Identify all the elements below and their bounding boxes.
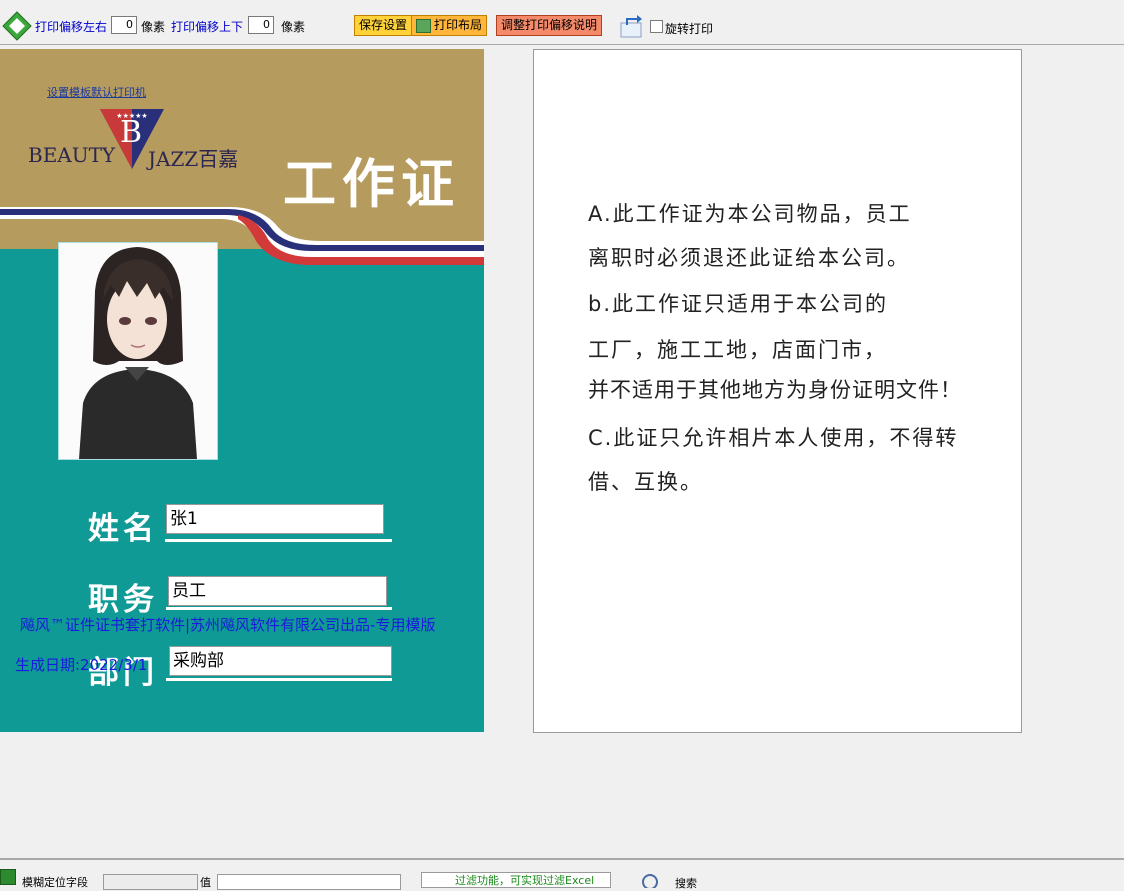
rotate-print-checkbox[interactable] xyxy=(650,20,663,33)
offset-ud-unit: 像素 xyxy=(281,20,306,34)
adjust-offset-help-button[interactable]: 调整打印偏移说明 xyxy=(496,15,603,36)
position-underline xyxy=(166,607,392,610)
layout-icon xyxy=(416,19,431,33)
position-field[interactable]: 员工 xyxy=(168,576,387,606)
brand-right-text: JAZZ百嘉 xyxy=(148,147,239,171)
set-default-printer-link[interactable]: 设置模板默认打印机 xyxy=(47,84,146,100)
print-toolbar: 打印偏移左右 0 像素 打印偏移上下 0 像素 保存设置 打印布局 调整打印偏移… xyxy=(0,9,1124,45)
move-arrows-icon[interactable] xyxy=(2,11,32,41)
generated-date: 生成日期:2022/3/1 xyxy=(15,656,148,674)
name-field[interactable]: 张1 xyxy=(166,504,384,534)
back-rule-line: 并不适用于其他地方为身份证明文件！ xyxy=(588,378,962,402)
back-rule-line: C.此证只允许相片本人使用，不得转 xyxy=(588,426,959,450)
fuzzy-field-label: 模糊定位字段 xyxy=(22,876,88,889)
position-label: 职务 xyxy=(88,582,158,618)
search-label[interactable]: 搜索 xyxy=(675,875,697,891)
value-input[interactable] xyxy=(217,874,401,890)
search-icon[interactable] xyxy=(640,872,664,888)
bottom-search-bar: 模糊定位字段 值 过滤功能，可实现过滤Excel 搜索 xyxy=(0,858,1124,890)
print-layout-label: 打印布局 xyxy=(434,18,483,32)
offset-lr-label: 打印偏移左右 xyxy=(35,20,108,34)
filter-hint[interactable]: 过滤功能，可实现过滤Excel xyxy=(421,872,611,888)
dept-field[interactable]: 采购部 xyxy=(169,646,392,676)
rotate-print-label: 旋转打印 xyxy=(665,22,714,36)
photo-frame[interactable] xyxy=(58,242,218,460)
brand-mark-letter: B xyxy=(120,115,143,150)
rotate-icon[interactable] xyxy=(619,13,645,39)
name-underline xyxy=(165,539,392,542)
print-layout-button[interactable]: 打印布局 xyxy=(411,15,488,36)
back-rule-line: 离职时必须退还此证给本公司。 xyxy=(588,246,910,270)
name-label: 姓名 xyxy=(88,511,158,547)
back-rule-line: 借、互换。 xyxy=(588,470,703,494)
card-front: 设置模板默认打印机 BEAUTY ★★★★★ B JAZZ百嘉 工作证 姓名 张… xyxy=(0,49,484,732)
save-settings-button[interactable]: 保存设置 xyxy=(354,15,413,36)
fuzzy-field-select[interactable] xyxy=(103,874,198,890)
back-rule-line: A.此工作证为本公司物品，员工 xyxy=(588,202,912,226)
card-title: 工作证 xyxy=(283,154,460,215)
offset-lr-unit: 像素 xyxy=(141,20,166,34)
value-label: 值 xyxy=(200,876,211,889)
dept-underline xyxy=(166,678,392,681)
back-rule-line: b.此工作证只适用于本公司的 xyxy=(588,292,889,316)
employee-photo xyxy=(59,243,217,459)
offset-ud-label: 打印偏移上下 xyxy=(171,20,244,34)
offset-lr-input[interactable]: 0 xyxy=(111,16,137,34)
software-watermark: 飚风™证件证书套打软件|苏州飚风软件有限公司出品-专用模版 xyxy=(20,616,436,634)
offset-ud-input[interactable]: 0 xyxy=(248,16,274,34)
card-back: A.此工作证为本公司物品，员工 离职时必须退还此证给本公司。 b.此工作证只适用… xyxy=(533,49,1022,733)
back-rule-line: 工厂，施工工地，店面门市， xyxy=(588,338,887,362)
